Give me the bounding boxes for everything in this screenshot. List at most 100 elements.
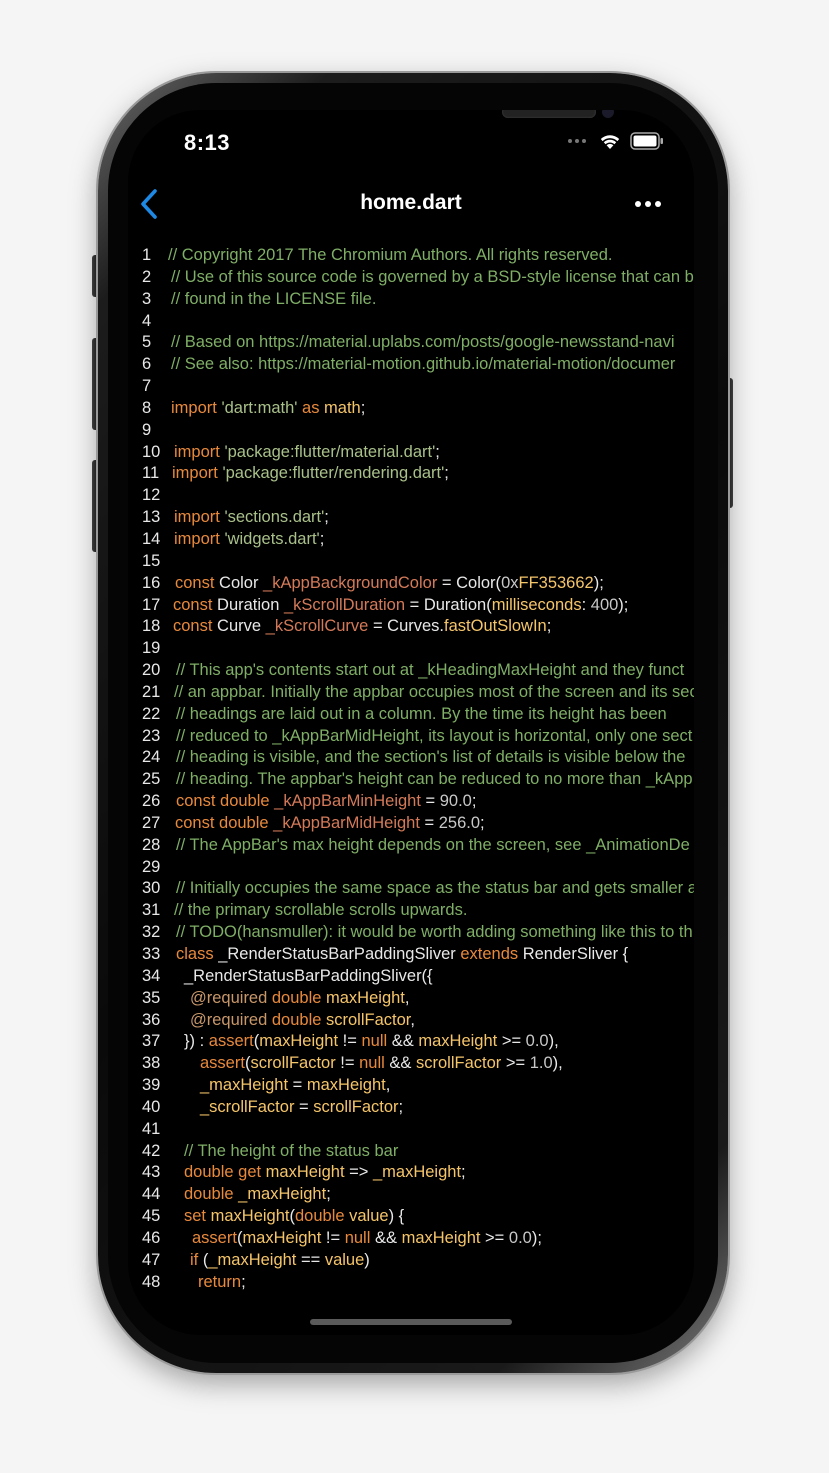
code-line: 3 // found in the LICENSE file. bbox=[128, 289, 694, 311]
code-token: != bbox=[325, 1228, 345, 1247]
code-line: 5 // Based on https://material.uplabs.com… bbox=[128, 332, 694, 354]
code-token: assert bbox=[192, 1228, 237, 1247]
code-token: // This app's contents start out at _kHe… bbox=[176, 661, 685, 680]
line-number: 25 bbox=[142, 770, 161, 789]
code-token: import bbox=[174, 529, 225, 548]
code-token: ; bbox=[324, 508, 329, 527]
line-number: 7 bbox=[142, 377, 152, 396]
code-text: // Based on https://material.uplabs.com/… bbox=[171, 332, 675, 354]
code-token: // The AppBar's max height depends on th… bbox=[176, 835, 690, 854]
line-number: 18 bbox=[142, 617, 161, 636]
line-number: 38 bbox=[142, 1054, 161, 1073]
code-line: 26 const double _kAppBarMinHeight = 90.0; bbox=[128, 791, 694, 813]
line-number: 39 bbox=[142, 1076, 161, 1095]
code-line: 7 bbox=[128, 376, 694, 398]
line-number: 2 bbox=[142, 267, 152, 286]
line-number: 22 bbox=[142, 704, 161, 723]
code-token: @required bbox=[190, 1010, 272, 1029]
code-line: 46 assert(maxHeight != null && maxHeight … bbox=[128, 1228, 694, 1250]
code-token: scrollFactor bbox=[326, 1010, 411, 1029]
code-line: 32 // TODO(hansmuller): it would be worth… bbox=[128, 922, 694, 944]
code-token: // the primary scrollable scrolls upward… bbox=[174, 901, 468, 920]
code-line: 42 // The height of the status bar bbox=[128, 1141, 694, 1163]
code-token: null bbox=[344, 1228, 375, 1247]
code-token: import bbox=[172, 464, 223, 483]
code-token: ; bbox=[241, 1272, 246, 1291]
code-text: const Color _kAppBackgroundColor = Color… bbox=[175, 573, 604, 595]
code-token: && bbox=[389, 1054, 416, 1073]
code-token: scrollFactor bbox=[313, 1097, 399, 1116]
code-token: extends bbox=[460, 945, 523, 963]
code-text: // the primary scrollable scrolls upward… bbox=[174, 900, 467, 922]
line-number: 44 bbox=[142, 1185, 161, 1204]
code-text: if (_maxHeight == value) bbox=[190, 1250, 370, 1272]
line-number: 41 bbox=[142, 1119, 161, 1138]
code-token: => bbox=[349, 1163, 373, 1182]
code-line: 25 // heading. The appbar's height can be… bbox=[128, 769, 694, 791]
code-editor[interactable]: 1 // Copyright 2017 The Chromium Authors.… bbox=[128, 245, 694, 1305]
code-token: _maxHeight bbox=[200, 1076, 293, 1095]
code-token: 'package:flutter/material.dart' bbox=[224, 442, 436, 461]
line-number: 37 bbox=[142, 1032, 161, 1051]
code-token: double bbox=[220, 792, 275, 811]
code-token: Curve bbox=[217, 617, 266, 636]
code-token: maxHeight bbox=[210, 1207, 290, 1226]
line-number: 29 bbox=[142, 857, 161, 876]
code-token: _kAppBarMidHeight bbox=[273, 813, 425, 832]
code-token: FF353662 bbox=[518, 573, 594, 592]
code-token: = bbox=[299, 1097, 314, 1116]
code-line: 6 // See also: https://material-motion.gi… bbox=[128, 354, 694, 376]
code-text: _RenderStatusBarPaddingSliver({ bbox=[184, 966, 433, 988]
line-number: 6 bbox=[142, 355, 152, 374]
code-token: scrollFactor bbox=[416, 1054, 506, 1073]
code-token: null bbox=[359, 1054, 390, 1073]
line-number: 9 bbox=[142, 420, 152, 439]
code-token: RenderSliver { bbox=[522, 945, 629, 963]
line-number: 19 bbox=[142, 639, 161, 658]
code-text: // TODO(hansmuller): it would be worth a… bbox=[176, 922, 693, 944]
line-number: 4 bbox=[142, 311, 152, 330]
code-token: const bbox=[173, 595, 218, 614]
code-token: 90.0 bbox=[439, 792, 472, 811]
code-token: maxHeight bbox=[326, 988, 405, 1007]
code-token: , bbox=[404, 988, 410, 1007]
more-options-button[interactable] bbox=[632, 192, 666, 216]
home-indicator[interactable] bbox=[310, 1319, 512, 1325]
code-token: maxHeight bbox=[242, 1228, 326, 1247]
code-token: ) { bbox=[388, 1207, 405, 1226]
code-line: 12 bbox=[128, 485, 694, 507]
front-camera bbox=[602, 110, 614, 118]
phone-screen: 8:13 home.dart 1// Copyright 2017 The Ch… bbox=[128, 110, 694, 1335]
code-text: // headings are laid out in a column. By… bbox=[176, 704, 667, 726]
code-token: , bbox=[385, 1076, 391, 1095]
code-token: Duration bbox=[217, 595, 284, 614]
code-token: ; bbox=[480, 813, 485, 832]
code-token: // headings are laid out in a column. By… bbox=[176, 704, 667, 723]
code-line: 31 // the primary scrollable scrolls upwa… bbox=[128, 900, 694, 922]
code-token: return bbox=[198, 1272, 242, 1291]
code-token: milliseconds bbox=[491, 595, 582, 614]
code-token: // Initially occupies the same space as … bbox=[176, 879, 694, 898]
code-text: @required double maxHeight, bbox=[190, 988, 409, 1010]
code-text: // an appbar. Initially the appbar occup… bbox=[174, 682, 694, 704]
code-token: }) : bbox=[184, 1032, 209, 1051]
wifi-icon bbox=[600, 135, 620, 149]
code-token: ), bbox=[548, 1032, 559, 1051]
code-token: maxHeight bbox=[259, 1032, 343, 1051]
code-token: >= bbox=[485, 1228, 509, 1247]
line-number: 17 bbox=[142, 595, 161, 614]
speaker-grille bbox=[502, 110, 596, 118]
code-text: import 'sections.dart'; bbox=[174, 507, 329, 529]
code-token: // an appbar. Initially the appbar occup… bbox=[174, 682, 694, 701]
code-token: 0x bbox=[501, 573, 519, 592]
code-token: = bbox=[425, 792, 440, 811]
code-line: 30 // Initially occupies the same space a… bbox=[128, 878, 694, 900]
code-line: 1 // Copyright 2017 The Chromium Authors.… bbox=[128, 245, 694, 267]
code-token: maxHeight bbox=[401, 1228, 486, 1247]
line-number: 27 bbox=[142, 813, 161, 832]
code-text: // Use of this source code is governed b… bbox=[171, 267, 694, 289]
code-token: maxHeight bbox=[418, 1032, 502, 1051]
code-line: 24 // heading is visible, and the section… bbox=[128, 747, 694, 769]
code-token: import bbox=[174, 508, 225, 527]
code-token: 0.0 bbox=[525, 1032, 549, 1051]
